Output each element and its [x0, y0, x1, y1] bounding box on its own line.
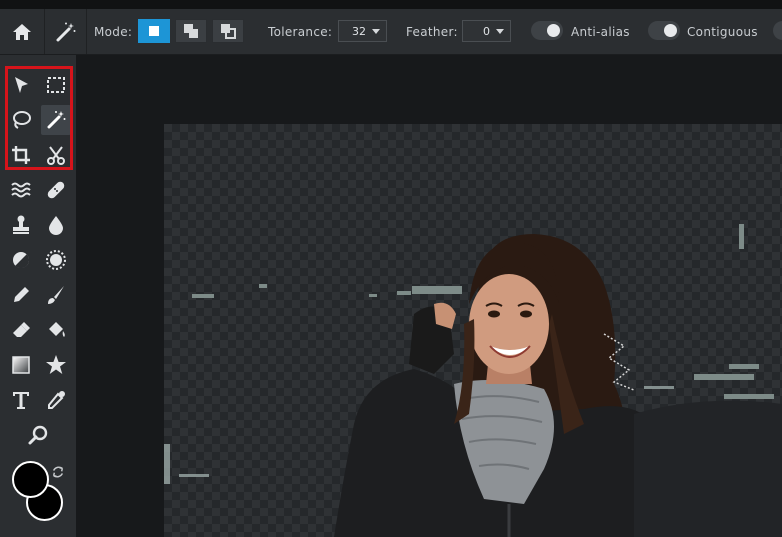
options-bar: Mode: Tolerance: 32 Feather: 0 Anti-alia… — [0, 9, 782, 55]
home-button[interactable] — [3, 9, 41, 54]
drop-icon — [49, 216, 63, 235]
eraser-icon — [13, 322, 30, 337]
text-icon — [13, 392, 29, 409]
antialias-label: Anti-alias — [571, 25, 630, 39]
mode-new-selection-button[interactable] — [138, 19, 170, 43]
feather-label: Feather: — [406, 25, 458, 39]
blur-tool[interactable] — [41, 210, 71, 240]
extra-toggle[interactable] — [773, 21, 782, 40]
shape-icon — [46, 355, 66, 374]
zoom-icon — [28, 425, 48, 445]
healing-icon — [47, 181, 65, 199]
paint-bucket-icon — [49, 322, 65, 337]
liquify-tool[interactable] — [6, 175, 36, 205]
stamp-tool[interactable] — [6, 210, 36, 240]
brush-tool[interactable] — [41, 280, 71, 310]
eraser-tool[interactable] — [6, 315, 36, 345]
subtract-from-selection-icon — [221, 24, 236, 39]
gradient-icon — [12, 356, 30, 374]
contiguous-toggle[interactable] — [648, 21, 680, 40]
gradient-tool[interactable] — [6, 350, 36, 380]
photo-woman-selfie — [164, 224, 782, 537]
mode-subtract-button[interactable] — [212, 19, 244, 43]
add-to-selection-icon — [184, 24, 198, 38]
sponge-tool[interactable] — [41, 245, 71, 275]
healing-tool[interactable] — [41, 175, 71, 205]
swap-colors-button[interactable] — [48, 462, 68, 482]
chevron-down-icon — [496, 28, 504, 34]
foreground-color-swatch[interactable] — [12, 461, 49, 498]
chevron-down-icon — [372, 28, 380, 34]
image-canvas[interactable] — [164, 124, 782, 537]
brush-icon — [48, 286, 64, 304]
swap-arrows-icon — [52, 466, 64, 478]
feather-value: 0 — [483, 24, 490, 38]
current-tool-button[interactable] — [47, 9, 85, 54]
new-selection-icon — [149, 26, 159, 36]
dodge-icon — [13, 252, 30, 269]
menu-strip — [0, 0, 782, 9]
mode-add-button[interactable] — [175, 19, 207, 43]
eyedropper-tool[interactable] — [41, 385, 71, 415]
pencil-tool[interactable] — [6, 280, 36, 310]
text-tool[interactable] — [6, 385, 36, 415]
selection-tools-highlight — [5, 66, 73, 170]
shape-tool[interactable] — [41, 350, 71, 380]
contiguous-label: Contiguous — [687, 25, 758, 39]
liquify-icon — [11, 182, 31, 198]
paint-bucket-tool[interactable] — [41, 315, 71, 345]
antialias-toggle[interactable] — [531, 21, 563, 40]
mode-label: Mode: — [94, 25, 133, 39]
pencil-icon — [14, 287, 29, 302]
dodge-tool[interactable] — [6, 245, 36, 275]
zoom-tool[interactable] — [23, 420, 53, 450]
tolerance-value: 32 — [352, 24, 366, 38]
stamp-icon — [13, 215, 29, 234]
feather-dropdown[interactable]: 0 — [462, 20, 511, 42]
tolerance-dropdown[interactable]: 32 — [338, 20, 387, 42]
photo-editor-app: Mode: Tolerance: 32 Feather: 0 Anti-alia… — [0, 0, 782, 537]
sponge-icon — [46, 250, 66, 270]
eyedropper-icon — [48, 391, 65, 409]
home-icon — [13, 23, 31, 40]
tolerance-label: Tolerance: — [268, 25, 333, 39]
magic-wand-icon — [56, 22, 76, 41]
